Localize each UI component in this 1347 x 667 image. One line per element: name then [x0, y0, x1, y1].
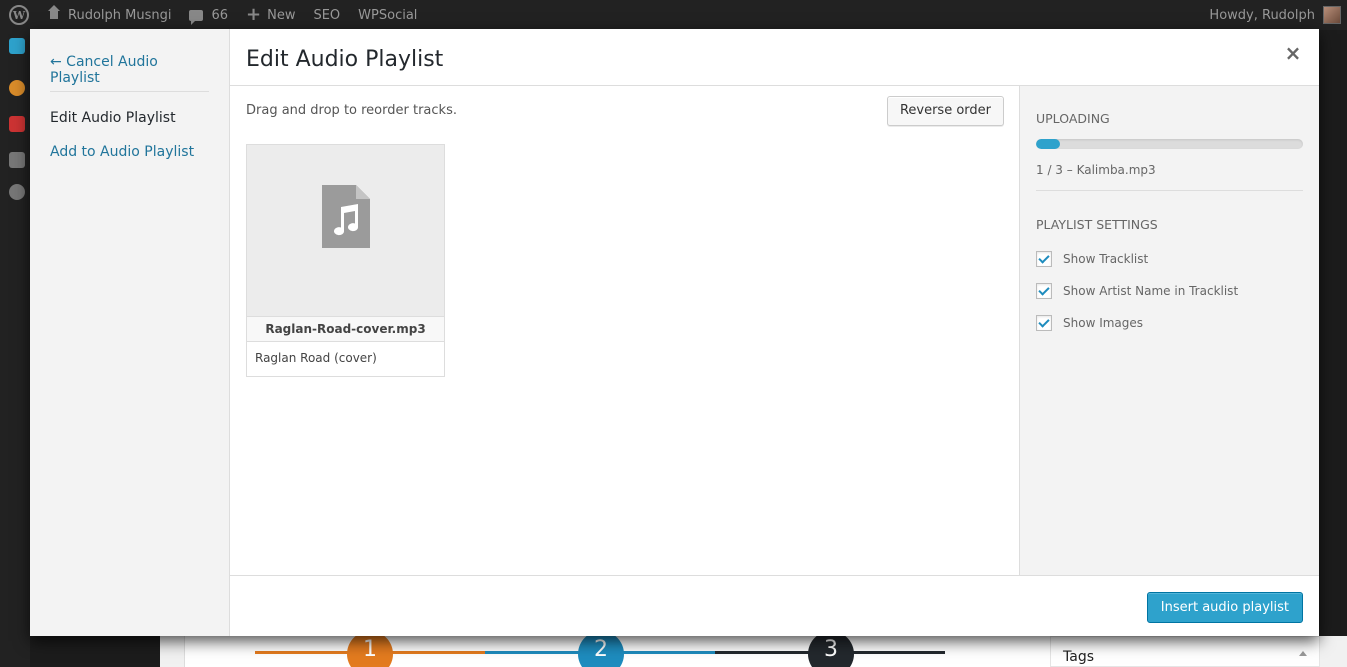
insert-audio-playlist-button[interactable]: Insert audio playlist [1146, 592, 1303, 623]
plugin-icon[interactable] [9, 80, 25, 96]
tags-label: Tags [1063, 649, 1094, 665]
site-name: Rudolph Musngi [68, 7, 172, 23]
playlist-settings-heading: Playlist Settings [1036, 217, 1158, 232]
step-circle-2: 2 [578, 631, 624, 667]
flash-icon[interactable] [9, 116, 25, 132]
setting-label: Show Tracklist [1063, 252, 1149, 266]
wordpress-logo-icon: W [9, 5, 29, 25]
setting-label: Show Artist Name in Tracklist [1063, 284, 1239, 298]
menu-separator [50, 91, 209, 92]
menu-item-add-to-playlist[interactable]: Add to Audio Playlist [50, 144, 209, 174]
wpsocial-menu[interactable]: WPSocial [349, 0, 426, 30]
setting-show-artist[interactable]: Show Artist Name in Tracklist [1036, 281, 1303, 301]
attachment-filename: Raglan-Road-cover.mp3 [247, 317, 444, 342]
wp-logo-menu[interactable]: W [0, 0, 38, 30]
audio-file-icon [322, 185, 370, 248]
step-circle-1: 1 [347, 631, 393, 667]
seo-label: SEO [313, 7, 341, 23]
attachment-item[interactable]: Raglan-Road-cover.mp3 Raglan Road (cover… [246, 144, 445, 377]
comments-count: 66 [211, 7, 229, 23]
comment-icon [189, 9, 204, 25]
show-images-checkbox[interactable] [1036, 315, 1052, 331]
upload-status: 1 / 3 – Kalimba.mp3 [1036, 163, 1156, 177]
comments-menu[interactable]: 66 [180, 0, 237, 30]
cancel-playlist-link[interactable]: ← Cancel Audio Playlist [50, 51, 209, 86]
setting-label: Show Images [1063, 316, 1144, 330]
home-icon [47, 5, 61, 21]
page-title: Edit Audio Playlist [246, 47, 444, 72]
media-menu: ← Cancel Audio Playlist Edit Audio Playl… [30, 29, 230, 636]
setting-show-tracklist[interactable]: Show Tracklist [1036, 249, 1303, 269]
upload-progress-bar [1036, 139, 1061, 149]
howdy-text: Howdy, Rudolph [1209, 7, 1315, 23]
wpsocial-label: WPSocial [358, 7, 418, 23]
plus-icon: + [246, 4, 262, 25]
sidebar-separator [1036, 190, 1303, 191]
my-account-menu[interactable]: Howdy, Rudolph [1209, 6, 1347, 24]
new-label: New [267, 7, 296, 23]
new-content-menu[interactable]: + New [237, 0, 304, 30]
setting-show-images[interactable]: Show Images [1036, 313, 1303, 333]
admin-menu [0, 30, 30, 667]
seo-menu[interactable]: SEO [304, 0, 349, 30]
upload-progress [1036, 139, 1303, 149]
tags-box[interactable]: Tags [1050, 636, 1320, 667]
jetpack-icon[interactable] [9, 38, 25, 54]
reverse-order-button[interactable]: Reverse order [886, 96, 1004, 126]
uploading-heading: Uploading [1036, 111, 1110, 126]
site-name-menu[interactable]: Rudolph Musngi [38, 0, 180, 30]
avatar [1323, 6, 1341, 24]
admin-bar: W Rudolph Musngi 66 + New SEO WPSocial Ho… [0, 0, 1347, 30]
media-toolbar: Insert audio playlist [230, 575, 1319, 636]
collapse-arrow-icon[interactable] [1299, 651, 1307, 656]
stats-icon[interactable] [9, 152, 25, 168]
step-circle-3: 3 [808, 631, 854, 667]
show-artist-checkbox[interactable] [1036, 283, 1052, 299]
menu-item-edit-playlist[interactable]: Edit Audio Playlist [50, 110, 209, 144]
background-page: 1 2 3 Tags [160, 631, 1347, 667]
collapse-menu-icon[interactable] [9, 184, 25, 200]
playlist-content: Drag and drop to reorder tracks. Reverse… [230, 86, 1020, 575]
frame-title: Edit Audio Playlist [230, 29, 1319, 86]
attachment-caption[interactable]: Raglan Road (cover) [247, 342, 444, 375]
reorder-instructions: Drag and drop to reorder tracks. [246, 103, 457, 118]
background-panel: 1 2 3 [184, 631, 1194, 667]
playlist-sidebar: Uploading 1 / 3 – Kalimba.mp3 Playlist S… [1019, 86, 1319, 575]
attachment-thumbnail[interactable] [247, 145, 444, 317]
close-icon[interactable]: × [1281, 41, 1305, 65]
media-modal: ← Cancel Audio Playlist Edit Audio Playl… [30, 29, 1319, 636]
show-tracklist-checkbox[interactable] [1036, 251, 1052, 267]
